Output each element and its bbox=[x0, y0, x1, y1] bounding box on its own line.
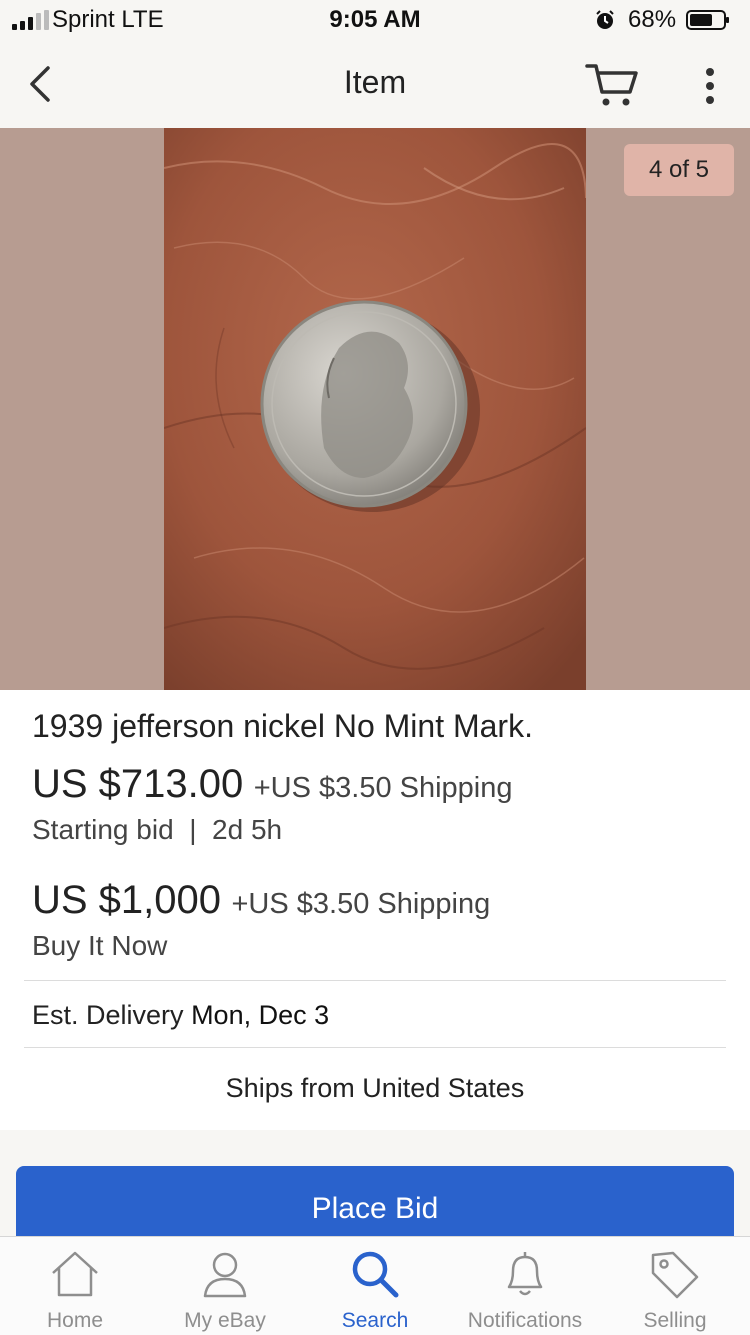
buy-now-label: Buy It Now bbox=[32, 930, 168, 961]
ships-from: Ships from United States bbox=[225, 1073, 525, 1103]
tab-label: Search bbox=[341, 1309, 409, 1332]
tab-notifications[interactable]: Notifications bbox=[450, 1237, 600, 1335]
current-bid-price: US $713.00 bbox=[32, 762, 244, 806]
tab-home[interactable]: Home bbox=[0, 1237, 150, 1335]
auction-price-row: US $713.00 +US $3.50 Shipping bbox=[32, 762, 513, 807]
tab-bar: Home My eBay Search Notifications Sellin… bbox=[0, 1236, 750, 1335]
battery-percent: 68% bbox=[628, 6, 677, 33]
tab-label: My eBay bbox=[184, 1309, 266, 1332]
estimated-delivery: Est. Delivery Mon, Dec 3 bbox=[32, 1000, 329, 1031]
tab-my-ebay[interactable]: My eBay bbox=[150, 1237, 300, 1335]
buy-now-shipping: +US $3.50 Shipping bbox=[231, 888, 491, 920]
buy-now-price: US $1,000 bbox=[32, 878, 222, 922]
buy-now-price-row: US $1,000 +US $3.50 Shipping bbox=[32, 878, 490, 923]
tab-label: Home bbox=[46, 1309, 104, 1332]
alarm-icon bbox=[596, 10, 614, 29]
divider bbox=[24, 980, 726, 981]
user-icon bbox=[203, 1252, 247, 1298]
auction-shipping: +US $3.50 Shipping bbox=[253, 772, 513, 804]
image-counter: 4 of 5 bbox=[624, 144, 734, 196]
bid-status: Starting bid | 2d 5h bbox=[32, 814, 283, 845]
item-title: 1939 jefferson nickel No Mint Mark. bbox=[32, 708, 533, 744]
delivery-label: Est. Delivery bbox=[32, 1000, 184, 1030]
cart-icon[interactable] bbox=[584, 60, 640, 110]
item-photo[interactable] bbox=[164, 128, 586, 690]
search-icon bbox=[352, 1251, 399, 1298]
image-gallery[interactable]: 4 of 5 bbox=[0, 128, 750, 690]
home-icon bbox=[52, 1251, 98, 1297]
tab-label: Selling bbox=[643, 1309, 707, 1332]
bell-icon bbox=[507, 1252, 543, 1296]
navigation-bar: Item bbox=[0, 40, 750, 129]
battery-icon bbox=[686, 10, 729, 30]
delivery-date: Mon, Dec 3 bbox=[191, 1000, 330, 1030]
more-vertical-icon[interactable] bbox=[694, 64, 726, 108]
status-bar: Sprint LTE 9:05 AM 68% bbox=[0, 0, 750, 40]
tab-search[interactable]: Search bbox=[300, 1237, 450, 1335]
item-details: 1939 jefferson nickel No Mint Mark. US $… bbox=[0, 690, 750, 1130]
tab-label: Notifications bbox=[467, 1309, 583, 1332]
tab-selling[interactable]: Selling bbox=[600, 1237, 750, 1335]
divider bbox=[24, 1047, 726, 1048]
tag-icon bbox=[651, 1251, 699, 1299]
